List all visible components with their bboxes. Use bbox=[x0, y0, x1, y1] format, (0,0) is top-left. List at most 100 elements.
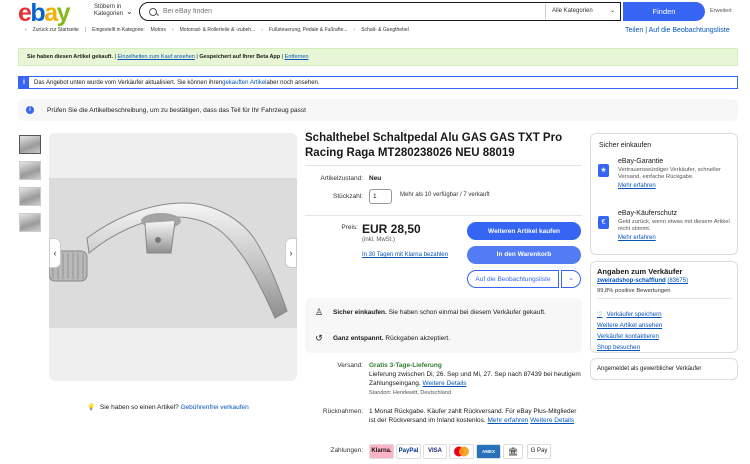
search-input[interactable] bbox=[163, 8, 523, 15]
mastercard-icon bbox=[454, 446, 469, 457]
shipping-location: Standort: Hendewitt, Deutschland bbox=[369, 390, 451, 396]
euro-shield-icon: € bbox=[598, 216, 609, 229]
sell-free-link[interactable]: Gebührenfrei verkaufen bbox=[181, 404, 249, 411]
guarantee-title: eBay-Garantie bbox=[618, 158, 664, 165]
logo-letter: b bbox=[30, 0, 45, 27]
breadcrumb-item[interactable]: Fußsteuerung, Pedale & Fußrafte... bbox=[269, 27, 348, 33]
seller-info: zweiradshop-schafflund (83675) bbox=[597, 278, 688, 284]
save-seller-link[interactable]: ♡ Verkäufer speichern bbox=[597, 311, 662, 318]
updated-text-end: aber noch ansehen. bbox=[266, 79, 320, 86]
seller-score-link[interactable]: (83675) bbox=[667, 278, 688, 284]
business-seller-note: Angemeldet als gewerblicher Verkäufer bbox=[590, 358, 738, 380]
returns-more-link[interactable]: Mehr erfahren bbox=[488, 417, 529, 424]
search-icon bbox=[149, 7, 157, 16]
klarna-logo: Klarna. bbox=[369, 444, 394, 459]
divider bbox=[597, 298, 732, 299]
chevron-right-icon: › bbox=[289, 248, 293, 258]
google-pay-logo: G Pay bbox=[527, 444, 551, 459]
breadcrumb-item[interactable]: Motorrad- & Rollerteile & -zubeh... bbox=[180, 27, 256, 33]
thumbnail[interactable] bbox=[19, 135, 41, 154]
lightbulb-icon: 💡 bbox=[87, 404, 96, 411]
search-button[interactable]: Finden bbox=[623, 2, 705, 21]
save-seller-label: Verkäufer speichern bbox=[606, 311, 662, 318]
breadcrumb-item[interactable]: Motors bbox=[151, 27, 166, 33]
trust-returns-detail: Rückgaben akzeptiert. bbox=[383, 335, 451, 342]
heart-icon: ♡ bbox=[597, 311, 603, 318]
seller-panel: Angaben zum Verkäufer zweiradshop-schaff… bbox=[590, 261, 738, 353]
protection-block: € eBay-Käuferschutz Geld zurück, wenn et… bbox=[598, 210, 733, 241]
returns-label: Rücknahmen: bbox=[322, 408, 363, 415]
protection-title: eBay-Käuferschutz bbox=[618, 210, 678, 217]
shipping-detail-text: Lieferung zwischen Di, 26. Sep und Mi, 2… bbox=[369, 371, 581, 387]
watchlist-link[interactable]: Auf die Beobachtungsliste bbox=[649, 27, 730, 34]
seller-name-link[interactable]: zweiradshop-schafflund bbox=[597, 278, 666, 284]
breadcrumb: ‹ Zurück zur Startseite | Eingestellt in… bbox=[25, 27, 409, 33]
visit-shop-link[interactable]: Shop besuchen bbox=[597, 344, 640, 351]
price-label: Preis: bbox=[341, 224, 358, 231]
divider bbox=[305, 215, 582, 216]
shipping-detail: Lieferung zwischen Di, 26. Sep und Mi, 2… bbox=[369, 371, 584, 388]
returns-detail: 1 Monat Rückgabe. Käufer zahlt Rückversa… bbox=[369, 408, 584, 425]
quantity-label: Stückzahl: bbox=[333, 193, 363, 200]
browse-categories-button[interactable]: Stöbern in Kategorien bbox=[94, 4, 128, 18]
info-icon: i bbox=[26, 106, 34, 114]
chevron-down-icon: ⌄ bbox=[609, 8, 615, 14]
category-select[interactable]: Alle Kategorien ⌄ bbox=[545, 4, 619, 19]
trust-row-returns: ↺ Ganz entspannt. Rückgaben akzeptiert. bbox=[313, 333, 450, 344]
thumbnail[interactable] bbox=[19, 213, 41, 232]
amex-logo: AMEX bbox=[476, 444, 501, 459]
back-link[interactable]: Zurück zur Startseite bbox=[33, 27, 79, 33]
breadcrumb-in-label: Eingestellt in Kategorie: bbox=[92, 27, 145, 33]
previous-image-button[interactable]: ‹ bbox=[49, 238, 61, 268]
seller-feedback: 99,8% positive Bewertungen bbox=[597, 288, 671, 294]
share-link[interactable]: Teilen bbox=[625, 27, 643, 34]
breadcrumb-separator: › bbox=[171, 27, 174, 33]
remove-link[interactable]: Entfernen bbox=[285, 54, 309, 60]
mastercard-logo bbox=[449, 444, 474, 459]
logo-letter: e bbox=[18, 0, 32, 27]
buy-again-button[interactable]: Weiteren Artikel kaufen bbox=[467, 222, 581, 240]
quantity-input[interactable]: 1 bbox=[369, 189, 392, 204]
divider bbox=[305, 165, 582, 166]
thumbnail[interactable] bbox=[19, 161, 41, 180]
trust-secure-bold: Sicher einkaufen. bbox=[333, 309, 387, 316]
item-title: Schalthebel Schaltpedal Alu GAS GAS TXT … bbox=[305, 132, 563, 159]
shipping-title: Gratis 3-Tage-Lieferung bbox=[369, 362, 442, 369]
next-image-button[interactable]: › bbox=[285, 238, 297, 268]
contact-seller-link[interactable]: Verkäufer kontaktieren bbox=[597, 333, 659, 340]
more-items-link[interactable]: Weitere Artikel ansehen bbox=[597, 322, 662, 329]
shield-star-icon: ★ bbox=[598, 164, 609, 177]
shipping-details-link[interactable]: Weitere Details bbox=[423, 380, 467, 387]
protection-learn-more-link[interactable]: Mehr erfahren bbox=[598, 235, 733, 241]
chevron-down-icon: ⌄ bbox=[568, 275, 574, 282]
sell-similar-hint: 💡 Sie haben so einen Artikel? Gebührenfr… bbox=[87, 403, 249, 411]
person-icon: ♙ bbox=[314, 307, 324, 317]
payments-label: Zahlungen: bbox=[330, 447, 363, 454]
watchlist-dropdown-button[interactable]: ⌄ bbox=[561, 270, 581, 288]
chevron-left-icon: ‹ bbox=[53, 248, 57, 258]
share-links: Teilen | Auf die Beobachtungsliste bbox=[625, 27, 730, 34]
klarna-link[interactable]: In 30 Tagen mit Klarna bezahlen bbox=[362, 251, 452, 259]
returns-details-link[interactable]: Weitere Details bbox=[530, 417, 574, 424]
shop-safely-heading: Sicher einkaufen bbox=[599, 142, 652, 149]
purchased-item-link[interactable]: gekauften Artikel bbox=[222, 80, 266, 86]
saved-text: Gespeichert auf Ihrer Beta App bbox=[199, 54, 281, 60]
product-image[interactable] bbox=[49, 133, 297, 381]
advanced-search-link[interactable]: Erweitert bbox=[710, 8, 732, 14]
breadcrumb-separator: | bbox=[84, 27, 87, 33]
shipping-label: Versand: bbox=[337, 362, 363, 369]
ebay-logo[interactable]: ebay bbox=[18, 0, 71, 27]
seller-heading: Angaben zum Verkäufer bbox=[597, 267, 683, 276]
watchlist-button[interactable]: Auf die Beobachtungsliste bbox=[467, 270, 559, 288]
breadcrumb-item[interactable]: Schalt- & Gangthebel bbox=[361, 27, 409, 33]
thumbnail[interactable] bbox=[19, 187, 41, 206]
updated-text: Das Angebot unten wurde vom Verkäufer ak… bbox=[34, 79, 223, 86]
add-to-cart-button[interactable]: In den Warenkorb bbox=[467, 246, 581, 264]
return-arrow-icon: ↺ bbox=[315, 333, 323, 343]
guarantee-block: ★ eBay-Garantie Vertrauenswürdiger Verkä… bbox=[598, 158, 733, 189]
trust-returns-bold: Ganz entspannt. bbox=[333, 335, 384, 342]
logo-letter: a bbox=[44, 0, 58, 27]
guarantee-learn-more-link[interactable]: Mehr erfahren bbox=[598, 183, 733, 189]
purchase-details-link[interactable]: Einzelheiten zum Kauf ansehen bbox=[118, 54, 195, 60]
trust-returns-text: Ganz entspannt. Rückgaben akzeptiert. bbox=[333, 335, 450, 342]
